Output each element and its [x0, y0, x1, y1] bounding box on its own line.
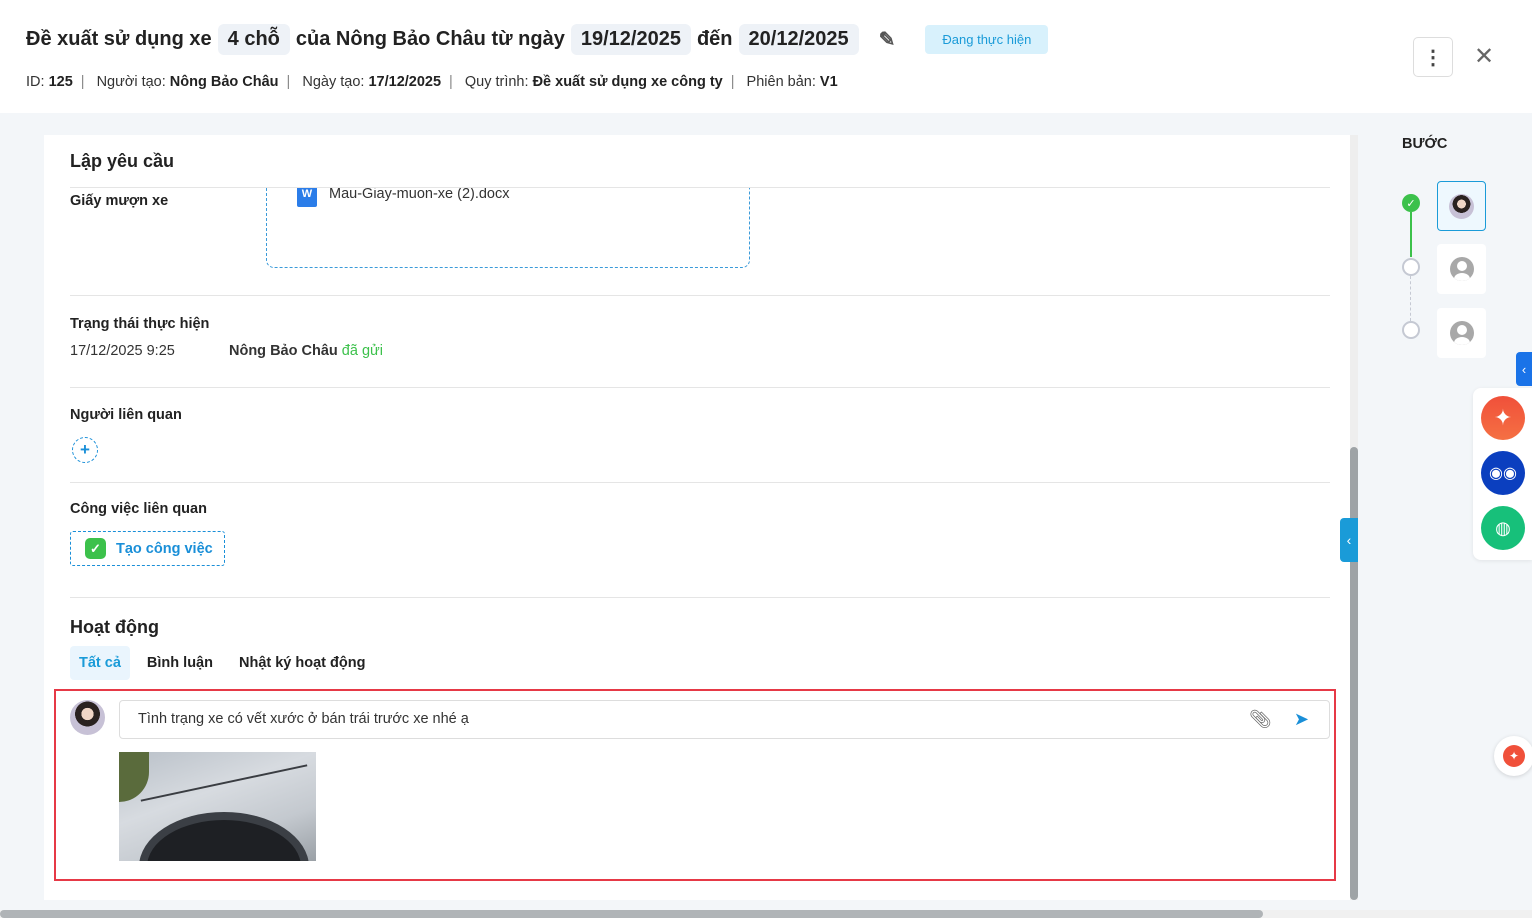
more-options-button[interactable]: ⋮ [1413, 37, 1453, 77]
status-action: đã gửi [341, 343, 383, 359]
meta-info: ID: 125 | Người tạo: Nông Bảo Châu | Ngày … [26, 74, 838, 90]
separator: | [80, 74, 85, 90]
attachment-label: Giấy mượn xe [70, 193, 169, 209]
creator-value: Nông Bảo Châu [169, 74, 279, 90]
card-header: Lập yêu cầu [44, 135, 1350, 187]
version-label: Phiên bản: [746, 74, 816, 90]
end-date-chip: 20/12/2025 [738, 24, 859, 55]
request-card: W Mau-Giay-muon-xe (2).docx Lập yêu cầu … [44, 135, 1350, 900]
status-detail: Nông Bảo Châu đã gửi [229, 343, 383, 359]
divider [70, 387, 1330, 388]
status-badge: Đang thực hiện [925, 25, 1049, 54]
sparkle-icon: ✦ [1503, 745, 1525, 767]
separator: | [449, 74, 453, 90]
user-avatar [70, 700, 105, 735]
user-avatar [1449, 193, 1474, 219]
add-person-button[interactable]: + [72, 437, 98, 463]
close-icon: ✕ [1474, 43, 1495, 70]
step-connector [1410, 276, 1411, 321]
ai-sparkle-button[interactable]: ✦ [1481, 396, 1525, 440]
collapse-panel-button[interactable]: ‹ [1340, 518, 1358, 562]
user-placeholder-icon [1449, 321, 1474, 345]
divider [70, 482, 1330, 483]
id-label: ID: [26, 74, 45, 90]
header: Đề xuất sử dụng xe 4 chỗ của Nông Bảo Ch… [0, 0, 1532, 113]
step-card-1[interactable] [1437, 181, 1486, 231]
create-task-label: Tạo công việc [116, 540, 213, 557]
comment-image[interactable] [119, 752, 316, 861]
step-card-2[interactable] [1437, 244, 1486, 294]
comment-highlight: Tình trạng xe có vết xước ở bán trái trư… [54, 689, 1336, 881]
start-date-chip: 19/12/2025 [570, 24, 691, 55]
steps-title: BƯỚC [1402, 136, 1448, 152]
created-label: Ngày tạo: [302, 74, 365, 90]
scroll-thumb[interactable] [1350, 447, 1358, 900]
status-time: 17/12/2025 9:25 [70, 343, 175, 359]
id-value: 125 [48, 74, 73, 90]
process-label: Quy trình: [464, 74, 529, 90]
creator-label: Người tạo: [96, 74, 166, 90]
separator: | [730, 74, 735, 90]
related-tasks-label: Công việc liên quan [70, 501, 207, 517]
file-name: Mau-Giay-muon-xe (2).docx [329, 186, 510, 202]
created-value: 17/12/2025 [368, 74, 442, 90]
step-pending-icon [1402, 321, 1420, 339]
paperclip-icon[interactable]: 📎︎ [1249, 709, 1272, 730]
user-placeholder-icon [1449, 257, 1474, 281]
edit-pencil-icon[interactable]: ✎ [879, 27, 896, 52]
robot-assistant-button[interactable]: ◉◉ [1481, 451, 1525, 495]
process-value: Đề xuất sử dụng xe công ty [532, 74, 723, 90]
horizontal-scrollbar[interactable] [0, 910, 1532, 918]
create-task-button[interactable]: ✓ Tạo công việc [70, 531, 225, 566]
divider [70, 597, 1330, 598]
scroll-thumb[interactable] [0, 910, 1263, 918]
floating-actions: ✦ ◉◉ ◍ [1473, 388, 1532, 560]
comment-input[interactable]: Tình trạng xe có vết xước ở bán trái trư… [119, 700, 1330, 739]
task-check-icon: ✓ [85, 538, 106, 559]
close-button[interactable]: ✕ [1474, 42, 1494, 71]
status-section-label: Trạng thái thực hiện [70, 316, 210, 332]
separator: | [286, 74, 291, 90]
tab-comments[interactable]: Bình luận [138, 646, 222, 680]
status-actor: Nông Bảo Châu [229, 343, 338, 359]
divider [70, 295, 1330, 296]
more-icon: ⋮ [1423, 46, 1443, 69]
activity-title: Hoạt động [70, 617, 159, 637]
step-connector [1410, 212, 1412, 257]
comment-text: Tình trạng xe có vết xước ở bán trái trư… [138, 711, 469, 727]
title-text: Đề xuất sử dụng xe [26, 28, 212, 50]
chat-bubble-button[interactable]: ◍ [1481, 506, 1525, 550]
card-title: Lập yêu cầu [70, 151, 175, 171]
ai-mini-button[interactable]: ✦ [1494, 736, 1532, 776]
related-people-label: Người liên quan [70, 407, 182, 423]
step-card-3[interactable] [1437, 308, 1486, 358]
divider [70, 187, 1330, 188]
seat-chip: 4 chỗ [217, 24, 290, 55]
title-text: đến [696, 28, 733, 50]
page-title: Đề xuất sử dụng xe 4 chỗ của Nông Bảo Ch… [26, 24, 1049, 55]
title-text: của Nông Bảo Châu từ ngày [295, 28, 565, 50]
tab-all[interactable]: Tất cả [70, 646, 130, 680]
expand-sidebar-button[interactable]: ‹ [1516, 352, 1532, 386]
version-value: V1 [819, 74, 838, 90]
send-icon[interactable]: ➤ [1294, 709, 1309, 730]
step-pending-icon [1402, 258, 1420, 276]
step-done-icon: ✓ [1402, 194, 1420, 212]
activity-tabs: Tất cả Bình luận Nhật ký hoạt động [70, 646, 382, 680]
tab-activity-log[interactable]: Nhật ký hoạt động [230, 646, 374, 680]
